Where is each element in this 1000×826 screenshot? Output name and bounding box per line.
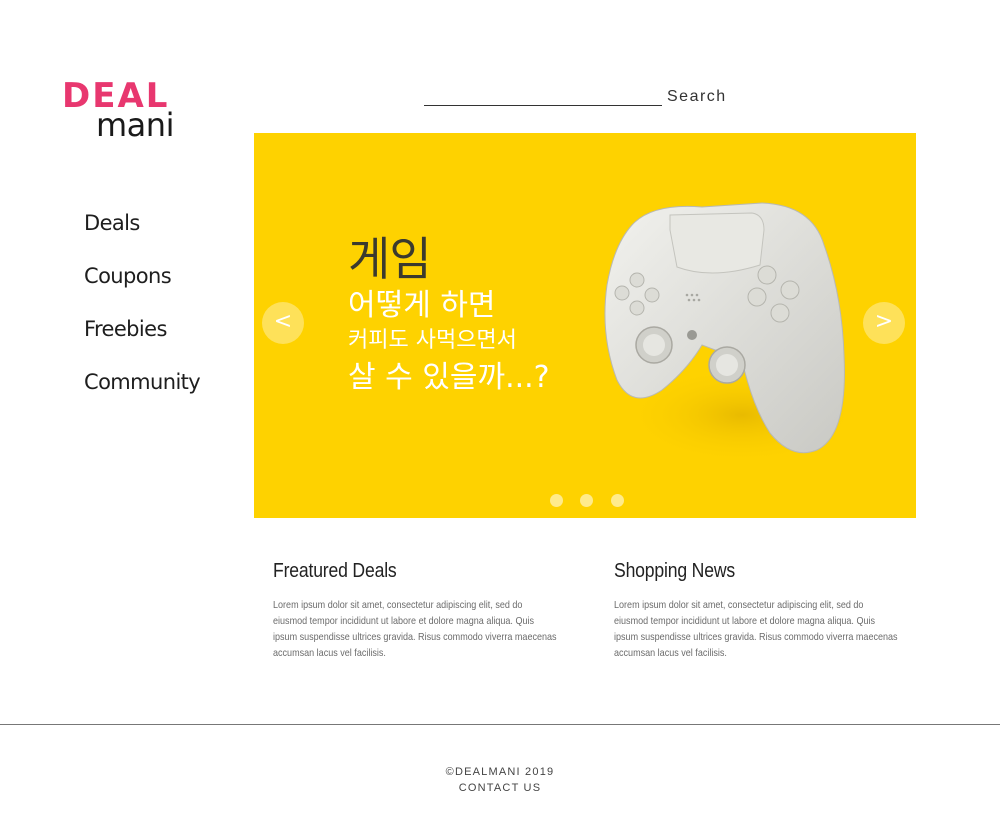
shopping-news-section: Shopping News Lorem ipsum dolor sit amet… xyxy=(614,560,914,661)
search-label[interactable]: Search xyxy=(667,88,727,106)
search-underline xyxy=(424,105,662,106)
shopping-news-body: Lorem ipsum dolor sit amet, consectetur … xyxy=(614,599,898,659)
carousel-dot-3[interactable] xyxy=(610,494,624,507)
sidebar-item-community[interactable]: Community xyxy=(84,364,244,417)
carousel-next-button[interactable]: > xyxy=(863,302,905,344)
chevron-right-icon: > xyxy=(874,309,894,334)
featured-deals-body: Lorem ipsum dolor sit amet, consectetur … xyxy=(273,599,557,659)
hero-banner: 게임 어떻게 하면 커피도 사먹으면서 살 수 있을까...? < > xyxy=(254,133,916,518)
page: DEAL mani Search Deals Coupons Freebies … xyxy=(0,0,1000,826)
hero-line-2: 커피도 사먹으면서 xyxy=(348,328,517,353)
carousel-prev-button[interactable]: < xyxy=(262,302,304,344)
logo-mani-text: mani xyxy=(96,106,174,144)
hero-line-1: 어떻게 하면 xyxy=(348,288,496,323)
hero-line-3: 살 수 있을까...? xyxy=(348,360,550,395)
shopping-news-title[interactable]: Shopping News xyxy=(614,560,878,583)
featured-deals-title[interactable]: Freatured Deals xyxy=(273,560,537,583)
search-bar: Search xyxy=(424,86,727,110)
sidebar-item-deals[interactable]: Deals xyxy=(84,205,244,258)
footer-contact-link[interactable]: CONTACT US xyxy=(0,780,1000,796)
sidebar-nav: Deals Coupons Freebies Community xyxy=(84,205,244,417)
footer-divider xyxy=(0,724,1000,725)
carousel-dot-1[interactable] xyxy=(550,494,563,507)
sidebar-item-coupons[interactable]: Coupons xyxy=(84,258,244,311)
sidebar-item-freebies[interactable]: Freebies xyxy=(84,311,244,364)
hero-text: 게임 어떻게 하면 커피도 사먹으면서 살 수 있을까...? xyxy=(348,231,550,399)
game-controller-image xyxy=(604,202,862,465)
hero-title: 게임 xyxy=(348,232,432,286)
chevron-left-icon: < xyxy=(273,309,293,334)
footer-copyright: ©DEALMANI 2019 xyxy=(445,766,555,778)
carousel-dot-2[interactable] xyxy=(580,494,594,507)
carousel-indicators xyxy=(550,494,637,508)
featured-deals-section: Freatured Deals Lorem ipsum dolor sit am… xyxy=(273,560,573,661)
footer: ©DEALMANI 2019 CONTACT US xyxy=(0,764,1000,796)
logo[interactable]: DEAL mani xyxy=(62,78,192,148)
